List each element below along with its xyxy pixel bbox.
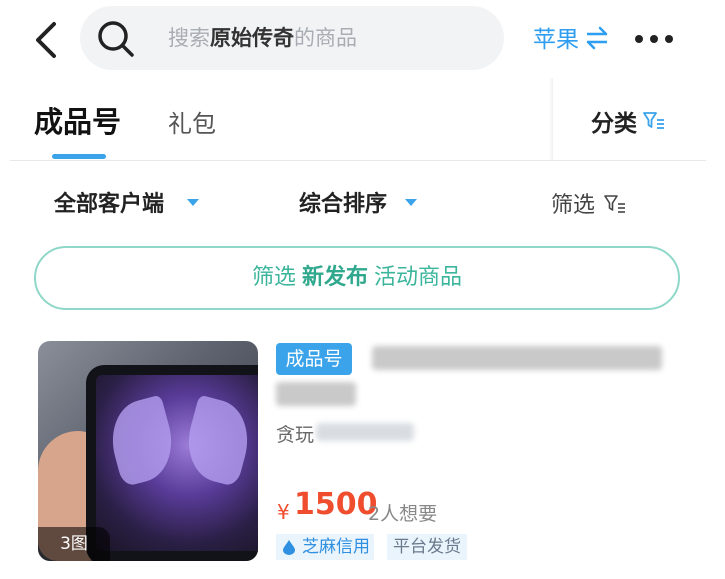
swap-icon[interactable] [584, 26, 610, 50]
blurred-title-line2 [276, 382, 356, 406]
seller-name: 贪玩 [276, 424, 315, 446]
chevron-down-icon [405, 199, 417, 206]
header-divider [10, 160, 706, 161]
chevron-down-icon [187, 199, 199, 206]
screen-filter[interactable]: 筛选 [551, 187, 595, 219]
sort-filter[interactable]: 综合排序 [299, 186, 387, 218]
filter-icon [604, 195, 625, 213]
drop-icon [283, 540, 295, 555]
category-divider [549, 78, 553, 160]
price-currency: ¥ [277, 500, 290, 524]
price-value: 1500 [294, 487, 378, 522]
back-arrow-icon[interactable] [30, 20, 66, 60]
filter-icon [643, 112, 664, 129]
new-release-filter-banner[interactable]: 筛选 新发布 活动商品 [34, 246, 680, 310]
wanted-count: 2人想要 [368, 503, 438, 525]
search-icon [98, 21, 134, 57]
product-thumbnail[interactable]: 3图 [38, 341, 258, 561]
tab-active-indicator [52, 154, 106, 159]
blurred-seller [316, 423, 414, 441]
picture-count-badge: 3图 [38, 527, 110, 561]
tab-gift-pack[interactable]: 礼包 [168, 104, 216, 139]
product-type-tag: 成品号 [276, 343, 352, 375]
tab-finished-account[interactable]: 成品号 [34, 99, 121, 141]
platform-delivery-badge: 平台发货 [387, 534, 467, 560]
platform-switch-label[interactable]: 苹果 [533, 20, 579, 54]
category-button[interactable]: 分类 [591, 104, 637, 138]
client-filter[interactable]: 全部客户端 [54, 186, 164, 218]
blurred-title [372, 346, 662, 370]
search-placeholder[interactable]: 搜索原始传奇的商品 [168, 22, 357, 52]
more-dots-icon[interactable] [634, 34, 674, 44]
